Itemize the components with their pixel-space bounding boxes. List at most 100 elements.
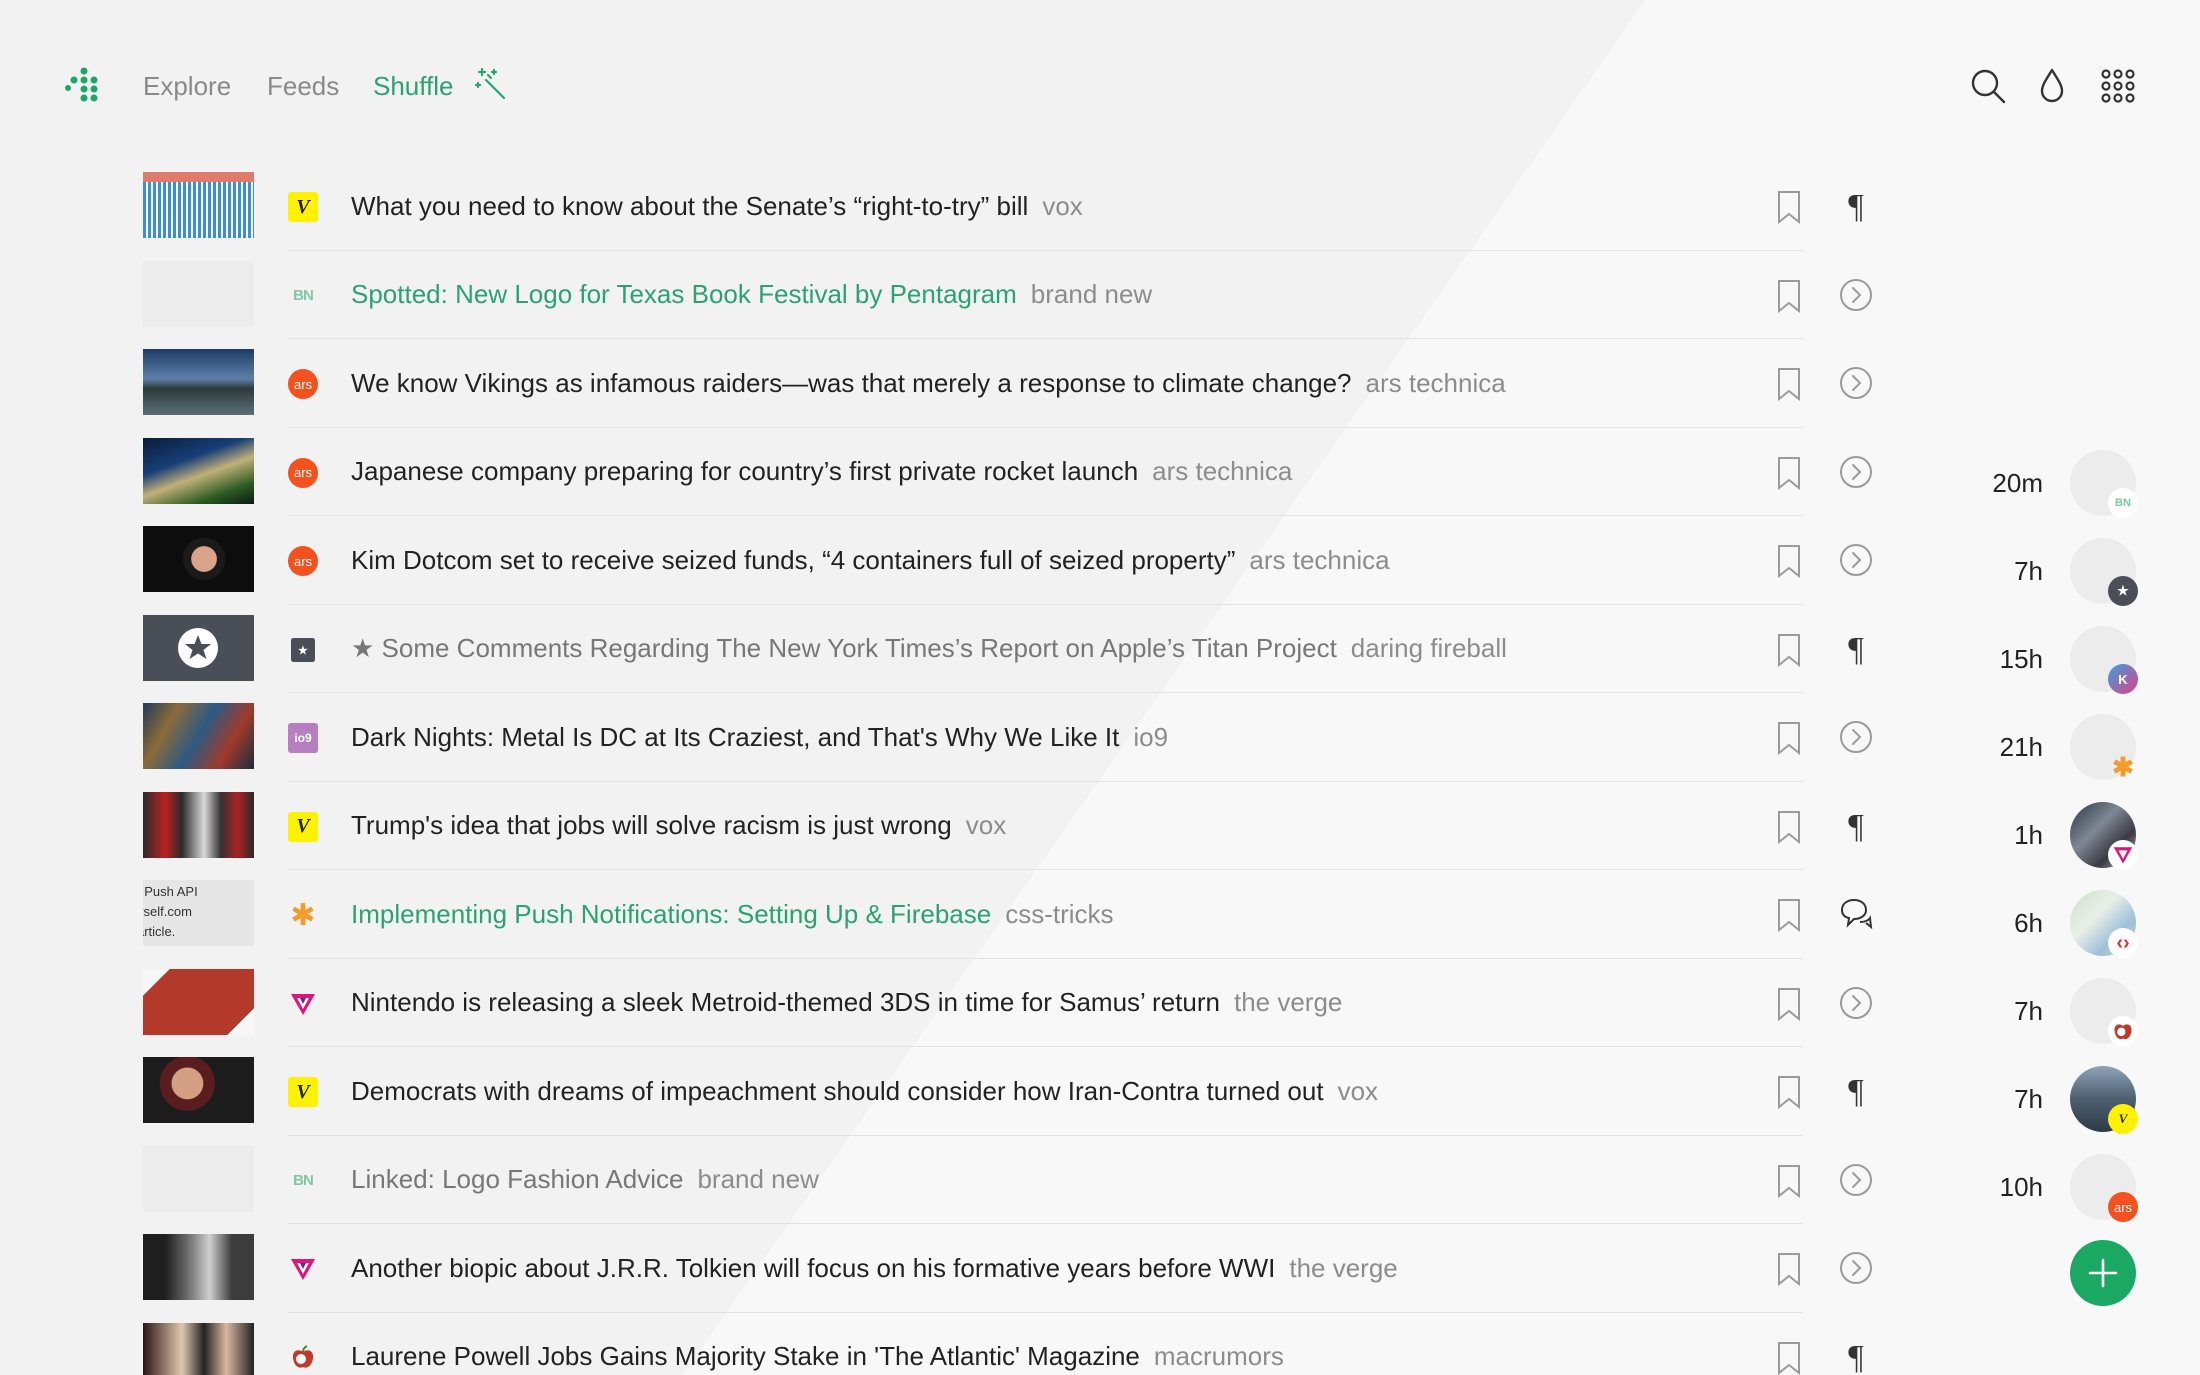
nav-feeds[interactable]: Feeds [267, 66, 339, 106]
magic-wand-icon[interactable] [474, 66, 510, 102]
arrow-circle-icon[interactable] [1838, 1250, 1874, 1286]
recent-source-item[interactable]: 7h ★ [1960, 538, 2200, 626]
arrow-circle-icon[interactable] [1838, 1162, 1874, 1198]
article-row[interactable]: ars Kim Dotcom set to receive seized fund… [0, 516, 2200, 605]
arrow-circle-icon[interactable] [1838, 365, 1874, 401]
article-row[interactable]: Nintendo is releasing a sleek Metroid-th… [0, 959, 2200, 1048]
article-title-line[interactable]: Dark Nights: Metal Is DC at Its Craziest… [351, 693, 1168, 781]
article-title[interactable]: Laurene Powell Jobs Gains Majority Stake… [351, 1341, 1140, 1372]
bookmark-icon[interactable] [1776, 1252, 1802, 1287]
recent-source-item[interactable]: 1h [1960, 802, 2200, 890]
avatar[interactable]: V [2070, 1066, 2138, 1134]
article-title[interactable]: Dark Nights: Metal Is DC at Its Craziest… [351, 722, 1119, 753]
recent-source-item[interactable]: 20m BN [1960, 450, 2200, 538]
article-row[interactable]: BN Linked: Logo Fashion Advice brand new [0, 1136, 2200, 1225]
nav-shuffle[interactable]: Shuffle [373, 66, 453, 106]
avatar[interactable] [2070, 802, 2138, 870]
article-title[interactable]: Spotted: New Logo for Texas Book Festiva… [351, 279, 1017, 310]
bookmark-icon[interactable] [1776, 810, 1802, 844]
article-title-line[interactable]: Kim Dotcom set to receive seized funds, … [351, 516, 1390, 604]
article-row[interactable]: : Push API yself.com article. ✱ Implementi… [0, 870, 2200, 959]
arrow-circle-icon[interactable] [1838, 542, 1874, 578]
article-row[interactable]: V Democrats with dreams of impeachment sh… [0, 1047, 2200, 1136]
arrow-circle-icon[interactable] [1838, 277, 1874, 313]
daring-fireball-icon: ★ [291, 637, 315, 662]
bookmark-icon[interactable] [1776, 367, 1802, 402]
article-title-line[interactable]: Linked: Logo Fashion Advice brand new [351, 1136, 819, 1224]
article-title[interactable]: Japanese company preparing for country’s… [351, 456, 1138, 487]
arrow-circle-icon[interactable] [1838, 454, 1874, 490]
article-title[interactable]: Another biopic about J.R.R. Tolkien will… [351, 1253, 1275, 1284]
bookmark-icon[interactable] [1776, 1164, 1802, 1198]
search-icon[interactable] [1968, 66, 2008, 106]
pilcrow-icon[interactable]: ¶ [1838, 1339, 1874, 1375]
nav-explore[interactable]: Explore [143, 66, 231, 106]
pilcrow-icon[interactable]: ¶ [1838, 631, 1874, 668]
article-title-line[interactable]: Implementing Push Notifications: Setting… [351, 870, 1114, 958]
pilcrow-icon[interactable]: ¶ [1838, 188, 1874, 225]
recent-source-item[interactable]: 7h [1960, 978, 2200, 1066]
bookmark-icon[interactable] [1776, 898, 1802, 933]
article-title-line[interactable]: What you need to know about the Senate’s… [351, 162, 1083, 250]
article-title-line[interactable]: Nintendo is releasing a sleek Metroid-th… [351, 959, 1342, 1047]
bookmark-icon[interactable] [1776, 190, 1802, 225]
article-title-line[interactable]: Trump's idea that jobs will solve racism… [351, 782, 1006, 870]
add-button[interactable] [2070, 1240, 2136, 1306]
article-title[interactable]: Nintendo is releasing a sleek Metroid-th… [351, 987, 1220, 1018]
article-title-line[interactable]: Another biopic about J.R.R. Tolkien will… [351, 1224, 1398, 1312]
recent-source-item[interactable]: 15h K [1960, 626, 2200, 714]
article-title-line[interactable]: ★ Some Comments Regarding The New York T… [351, 605, 1507, 693]
avatar[interactable]: ‹› [2070, 890, 2138, 958]
article-title-line[interactable]: We know Vikings as infamous raiders—was … [351, 339, 1506, 427]
recent-source-item[interactable]: 6h ‹› [1960, 890, 2200, 978]
arrow-circle-icon[interactable] [1838, 719, 1874, 755]
svg-text:¶: ¶ [1848, 188, 1864, 224]
article-title[interactable]: ★ Some Comments Regarding The New York T… [351, 633, 1337, 664]
article-row[interactable]: V Trump's idea that jobs will solve racis… [0, 782, 2200, 871]
recent-source-item[interactable]: 7h V [1960, 1066, 2200, 1154]
article-row[interactable]: V What you need to know about the Senate’… [0, 162, 2200, 251]
article-row[interactable]: ★ ★ Some Comments Regarding The New York … [0, 605, 2200, 694]
avatar[interactable]: ars [2070, 1154, 2138, 1222]
bookmark-icon[interactable] [1776, 279, 1802, 313]
app-logo-icon[interactable] [64, 66, 104, 106]
article-title[interactable]: Kim Dotcom set to receive seized funds, … [351, 545, 1235, 576]
article-title[interactable]: Linked: Logo Fashion Advice [351, 1164, 683, 1195]
avatar[interactable]: K [2070, 626, 2138, 694]
avatar[interactable]: BN [2070, 450, 2138, 518]
avatar[interactable]: ✱ [2070, 714, 2136, 782]
article-title-line[interactable]: Laurene Powell Jobs Gains Majority Stake… [351, 1313, 1284, 1375]
recent-source-item[interactable]: 10h ars [1960, 1154, 2200, 1242]
apps-grid-icon[interactable] [2098, 66, 2138, 106]
article-row[interactable]: ars Japanese company preparing for countr… [0, 428, 2200, 517]
bookmark-icon[interactable] [1776, 1075, 1802, 1110]
drop-icon[interactable] [2032, 66, 2072, 106]
article-title[interactable]: Implementing Push Notifications: Setting… [351, 899, 991, 930]
article-title[interactable]: What you need to know about the Senate’s… [351, 191, 1028, 222]
comments-icon[interactable] [1838, 896, 1874, 932]
article-row[interactable]: Another biopic about J.R.R. Tolkien will… [0, 1224, 2200, 1313]
recent-source-item[interactable]: 21h ✱ [1960, 714, 2200, 802]
article-row[interactable]: Laurene Powell Jobs Gains Majority Stake… [0, 1313, 2200, 1375]
pilcrow-icon[interactable]: ¶ [1838, 808, 1874, 845]
article-title-line[interactable]: Spotted: New Logo for Texas Book Festiva… [351, 251, 1152, 339]
bookmark-icon[interactable] [1776, 1341, 1802, 1375]
article-row[interactable]: ars We know Vikings as infamous raiders—w… [0, 339, 2200, 428]
article-row[interactable]: io9 Dark Nights: Metal Is DC at Its Crazi… [0, 693, 2200, 782]
article-title-line[interactable]: Democrats with dreams of impeachment sho… [351, 1047, 1378, 1135]
article-title[interactable]: We know Vikings as infamous raiders—was … [351, 368, 1352, 399]
bookmark-icon[interactable] [1776, 721, 1802, 756]
recent-source-time: 1h [2014, 820, 2043, 850]
bookmark-icon[interactable] [1776, 633, 1802, 667]
article-row[interactable]: BN Spotted: New Logo for Texas Book Festi… [0, 251, 2200, 340]
bookmark-icon[interactable] [1776, 987, 1802, 1021]
article-title-line[interactable]: Japanese company preparing for country’s… [351, 428, 1292, 516]
avatar[interactable] [2070, 978, 2138, 1046]
pilcrow-icon[interactable]: ¶ [1838, 1073, 1874, 1110]
article-title[interactable]: Democrats with dreams of impeachment sho… [351, 1076, 1324, 1107]
arrow-circle-icon[interactable] [1838, 985, 1874, 1021]
bookmark-icon[interactable] [1776, 544, 1802, 579]
avatar[interactable]: ★ [2070, 538, 2138, 606]
bookmark-icon[interactable] [1776, 456, 1802, 490]
article-title[interactable]: Trump's idea that jobs will solve racism… [351, 810, 952, 841]
